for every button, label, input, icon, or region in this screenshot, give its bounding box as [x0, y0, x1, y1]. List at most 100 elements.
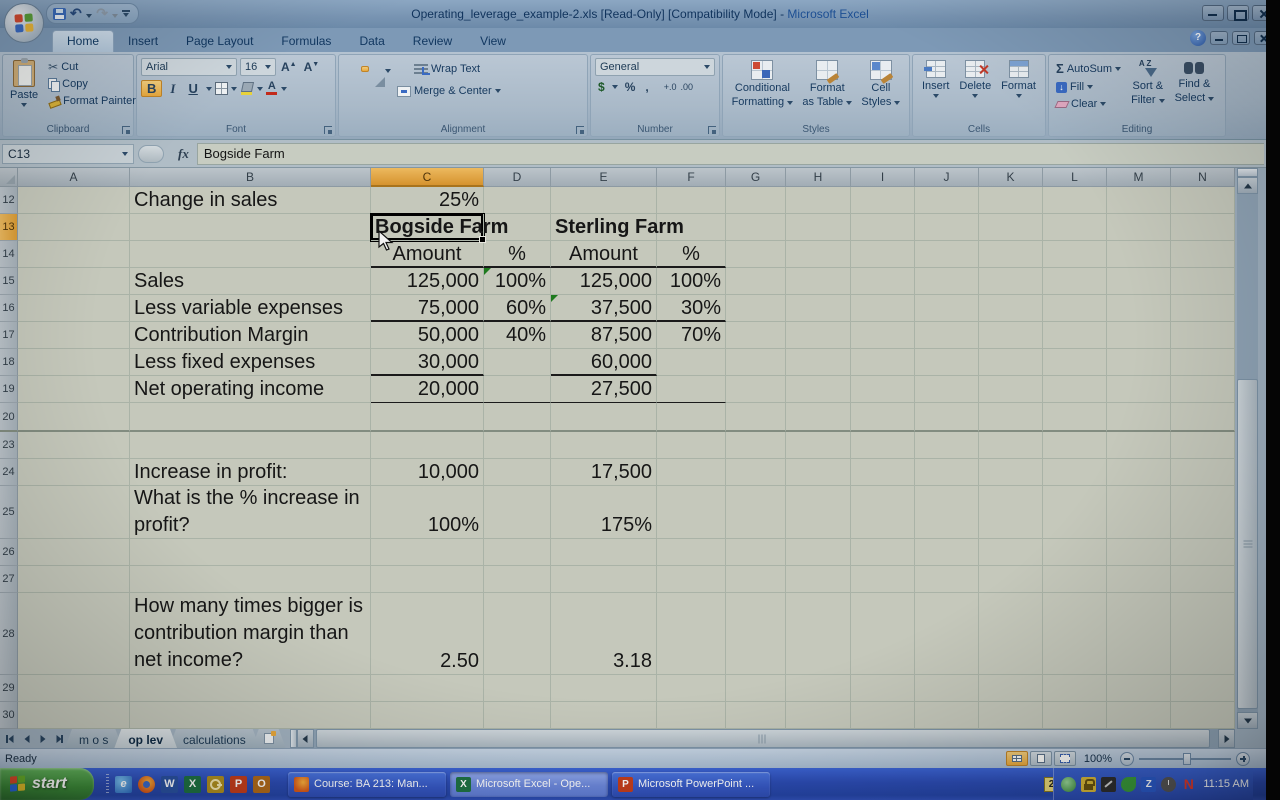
cell-N12[interactable]: [1171, 187, 1235, 214]
cell-D29[interactable]: [484, 675, 551, 702]
cell-K12[interactable]: [979, 187, 1043, 214]
align-right-button[interactable]: [361, 89, 367, 93]
cell-D16[interactable]: 60%: [484, 295, 551, 322]
column-header-A[interactable]: A: [18, 168, 130, 187]
font-size-select[interactable]: 16: [240, 58, 276, 76]
formula-input[interactable]: Bogside Farm: [197, 143, 1264, 165]
cell-N26[interactable]: [1171, 539, 1235, 566]
cell-A24[interactable]: [18, 459, 130, 486]
horizontal-scroll-track[interactable]: [314, 729, 1218, 748]
cell-A18[interactable]: [18, 349, 130, 376]
cell-K27[interactable]: [979, 566, 1043, 593]
powerpoint-icon[interactable]: P: [230, 776, 247, 793]
key-icon[interactable]: [207, 776, 224, 793]
cell-I26[interactable]: [851, 539, 915, 566]
cell-F20[interactable]: [657, 403, 726, 432]
cell-D26[interactable]: [484, 539, 551, 566]
tool-icon[interactable]: [1101, 777, 1116, 792]
cell-A17[interactable]: [18, 322, 130, 349]
decrease-decimal-button[interactable]: .00: [680, 83, 693, 92]
minimize-button[interactable]: [1202, 5, 1224, 21]
cell-G28[interactable]: [726, 593, 786, 675]
conditional-formatting-button[interactable]: ConditionalFormatting: [729, 58, 797, 120]
lock-icon[interactable]: [1081, 777, 1096, 792]
cell-K18[interactable]: [979, 349, 1043, 376]
workbook-restore-button[interactable]: [1232, 31, 1250, 45]
cell-J30[interactable]: [915, 702, 979, 729]
cell-E27[interactable]: [551, 566, 657, 593]
column-header-G[interactable]: G: [726, 168, 786, 187]
excel-icon[interactable]: X: [184, 776, 201, 793]
cell-H27[interactable]: [786, 566, 851, 593]
cell-E30[interactable]: [551, 702, 657, 729]
cell-D24[interactable]: [484, 459, 551, 486]
column-header-B[interactable]: B: [130, 168, 371, 187]
cell-F28[interactable]: [657, 593, 726, 675]
n-app-icon[interactable]: N: [1181, 777, 1196, 792]
tab-view[interactable]: View: [466, 31, 520, 52]
select-all-corner[interactable]: [0, 168, 18, 187]
cell-M27[interactable]: [1107, 566, 1171, 593]
cell-M12[interactable]: [1107, 187, 1171, 214]
cell-E29[interactable]: [551, 675, 657, 702]
page-break-view-button[interactable]: [1054, 751, 1076, 766]
undo-button[interactable]: ↶: [70, 5, 92, 23]
cell-L29[interactable]: [1043, 675, 1107, 702]
cell-G13[interactable]: [726, 214, 786, 241]
cell-N19[interactable]: [1171, 376, 1235, 403]
column-header-N[interactable]: N: [1171, 168, 1235, 187]
cell-B30[interactable]: [130, 702, 371, 729]
horizontal-scroll-thumb[interactable]: [316, 729, 1210, 748]
cell-N29[interactable]: [1171, 675, 1235, 702]
cell-H19[interactable]: [786, 376, 851, 403]
cell-A27[interactable]: [18, 566, 130, 593]
shrink-font-button[interactable]: A▼: [302, 60, 322, 74]
cell-B19[interactable]: Net operating income: [130, 376, 371, 403]
cell-M19[interactable]: [1107, 376, 1171, 403]
copy-button[interactable]: Copy: [45, 77, 139, 91]
cell-H28[interactable]: [786, 593, 851, 675]
increase-decimal-button[interactable]: +.0: [664, 83, 677, 92]
cell-F24[interactable]: [657, 459, 726, 486]
cell-C26[interactable]: [371, 539, 484, 566]
cell-G17[interactable]: [726, 322, 786, 349]
cell-K17[interactable]: [979, 322, 1043, 349]
cell-K28[interactable]: [979, 593, 1043, 675]
cell-N18[interactable]: [1171, 349, 1235, 376]
save-icon[interactable]: [53, 8, 66, 20]
first-sheet-button[interactable]: [3, 731, 18, 746]
cell-I15[interactable]: [851, 268, 915, 295]
cell-E18[interactable]: 60,000: [551, 349, 657, 376]
insert-cells-button[interactable]: Insert: [919, 58, 953, 120]
cell-C30[interactable]: [371, 702, 484, 729]
z-app-icon[interactable]: Z: [1141, 777, 1156, 792]
split-handle[interactable]: [1237, 168, 1258, 177]
bold-button[interactable]: B: [141, 80, 162, 97]
cell-L16[interactable]: [1043, 295, 1107, 322]
orientation-button[interactable]: [372, 58, 394, 80]
cell-E24[interactable]: 17,500: [551, 459, 657, 486]
cell-H24[interactable]: [786, 459, 851, 486]
row-header-24[interactable]: 24: [0, 459, 18, 486]
scroll-left-button[interactable]: [297, 729, 314, 748]
name-box[interactable]: C13: [2, 144, 134, 164]
cell-B29[interactable]: [130, 675, 371, 702]
insert-worksheet-tab[interactable]: [252, 729, 286, 748]
cell-G24[interactable]: [726, 459, 786, 486]
cell-N25[interactable]: [1171, 486, 1235, 539]
cell-C18[interactable]: 30,000: [371, 349, 484, 376]
cell-G27[interactable]: [726, 566, 786, 593]
redo-button[interactable]: ↷: [96, 5, 118, 23]
sheet-tab-calculations[interactable]: calculations: [169, 729, 260, 748]
cell-A25[interactable]: [18, 486, 130, 539]
cell-L24[interactable]: [1043, 459, 1107, 486]
clock-app-icon[interactable]: [1161, 777, 1176, 792]
cell-E17[interactable]: 87,500: [551, 322, 657, 349]
cell-J26[interactable]: [915, 539, 979, 566]
cell-F17[interactable]: 70%: [657, 322, 726, 349]
zoom-slider-thumb[interactable]: [1183, 753, 1191, 765]
cell-L20[interactable]: [1043, 403, 1107, 432]
cell-G29[interactable]: [726, 675, 786, 702]
number-dialog-launcher[interactable]: [708, 126, 716, 134]
font-dialog-launcher[interactable]: [324, 126, 332, 134]
